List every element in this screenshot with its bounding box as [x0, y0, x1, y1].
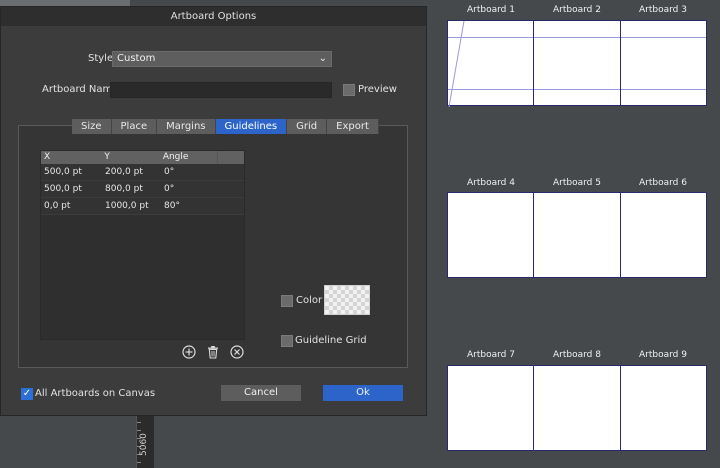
artboard-label-2: Artboard 2	[553, 5, 601, 15]
artboard-row-2	[447, 192, 707, 278]
cancel-button[interactable]: Cancel	[221, 385, 301, 401]
tab-export[interactable]: Export	[327, 119, 379, 134]
guideline-grid-checkbox[interactable]	[281, 335, 293, 347]
artboard-label-1: Artboard 1	[467, 5, 515, 15]
tab-grid[interactable]: Grid	[287, 119, 328, 134]
trash-icon[interactable]	[206, 345, 220, 359]
artboard-3[interactable]	[620, 21, 706, 105]
table-row[interactable]: 500,0 pt 200,0 pt 0°	[41, 164, 244, 181]
artboard-1[interactable]	[448, 21, 535, 107]
cell-angle[interactable]: 80°	[161, 198, 219, 214]
artboard-label-4: Artboard 4	[467, 178, 515, 188]
artboard-name-label: Artboard Name	[42, 84, 119, 95]
cell-angle[interactable]: 0°	[161, 181, 219, 197]
tab-margins[interactable]: Margins	[157, 119, 216, 134]
artboard-6[interactable]	[621, 193, 706, 277]
color-label: Color	[296, 295, 323, 306]
artboard-label-9: Artboard 9	[639, 350, 687, 360]
artboard-row-1	[447, 20, 707, 107]
preview-checkbox[interactable]	[343, 84, 355, 96]
preview-label: Preview	[358, 84, 397, 95]
artboard-2[interactable]	[534, 21, 621, 105]
column-header-angle[interactable]: Angle	[160, 151, 217, 164]
ruler-value: 5060	[139, 433, 149, 456]
artboard-row-3	[447, 365, 707, 451]
tab-size[interactable]: Size	[72, 119, 112, 134]
dialog-title[interactable]: Artboard Options	[1, 7, 426, 26]
guideline[interactable]	[620, 89, 706, 90]
guideline[interactable]	[534, 37, 620, 38]
cell-y[interactable]: 1000,0 pt	[102, 198, 161, 214]
cell-y[interactable]: 800,0 pt	[102, 181, 161, 197]
guidelines-table: X Y Angle 500,0 pt 200,0 pt 0° 500,0 pt …	[40, 150, 245, 340]
x-circle-icon[interactable]	[230, 345, 244, 359]
tab-place[interactable]: Place	[111, 119, 158, 134]
artboard-label-5: Artboard 5	[553, 178, 601, 188]
artboard-7[interactable]	[448, 366, 535, 450]
artboard-label-8: Artboard 8	[553, 350, 601, 360]
ok-button[interactable]: Ok	[323, 385, 403, 401]
all-artboards-label: All Artboards on Canvas	[35, 388, 156, 399]
style-select[interactable]: Custom ⌄	[112, 51, 332, 67]
artboard-5[interactable]	[534, 193, 621, 277]
guideline[interactable]	[620, 37, 706, 38]
chevron-down-icon: ⌄	[318, 53, 327, 64]
artboard-label-7: Artboard 7	[467, 350, 515, 360]
guideline[interactable]	[534, 89, 620, 90]
options-tabs: Size Place Margins Guidelines Grid Expor…	[72, 119, 379, 134]
cell-y[interactable]: 200,0 pt	[102, 164, 161, 180]
artboard-label-3: Artboard 3	[639, 5, 687, 15]
angled-guideline[interactable]	[448, 21, 534, 107]
table-row[interactable]: 500,0 pt 800,0 pt 0°	[41, 181, 244, 198]
cell-x[interactable]: 0,0 pt	[41, 198, 102, 214]
color-checkbox[interactable]	[281, 295, 293, 307]
artboard-9[interactable]	[621, 366, 706, 450]
artboard-label-6: Artboard 6	[639, 178, 687, 188]
cell-angle[interactable]: 0°	[161, 164, 219, 180]
column-header-y[interactable]: Y	[101, 151, 159, 164]
guideline-grid-label: Guideline Grid	[295, 335, 367, 346]
cell-x[interactable]: 500,0 pt	[41, 164, 102, 180]
tab-guidelines[interactable]: Guidelines	[215, 119, 288, 134]
plus-circle-icon[interactable]	[182, 345, 196, 359]
all-artboards-checkbox[interactable]: ✓	[21, 388, 33, 400]
artboard-4[interactable]	[448, 193, 535, 277]
color-swatch[interactable]	[324, 285, 370, 315]
column-header-x[interactable]: X	[41, 151, 101, 164]
style-select-value: Custom	[117, 53, 156, 64]
table-row[interactable]: 0,0 pt 1000,0 pt 80°	[41, 198, 244, 215]
column-header-blank	[217, 151, 244, 164]
table-header: X Y Angle	[41, 151, 244, 164]
artboard-name-input[interactable]	[110, 82, 332, 98]
artboard-8[interactable]	[534, 366, 621, 450]
cell-x[interactable]: 500,0 pt	[41, 181, 102, 197]
style-label: Style	[88, 53, 114, 64]
